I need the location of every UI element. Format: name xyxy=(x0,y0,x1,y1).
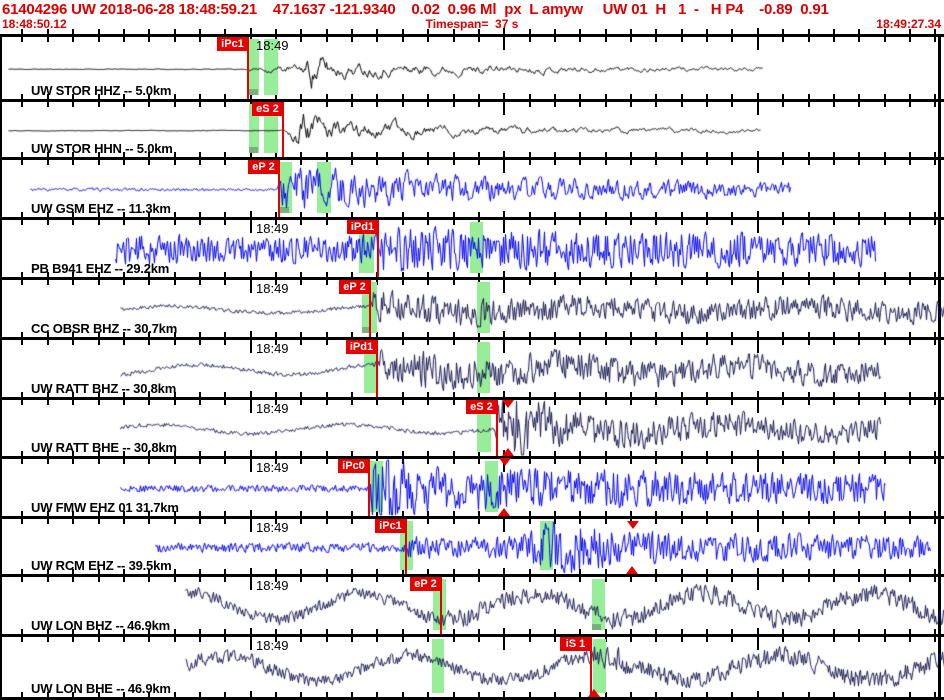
trace-row: 18:49 eP 2 UW LON BHZ -- 46.9km xyxy=(0,577,944,634)
phase-pick-flag[interactable]: eS 2 xyxy=(466,400,497,414)
trace-row: 18:49 eS 2 UW RATT BHE -- 30.8km xyxy=(0,400,944,456)
s-arrival-marker[interactable] xyxy=(499,458,511,466)
phase-pick-flag[interactable]: iPc0 xyxy=(338,459,369,473)
phase-pick-flag[interactable]: iS 1 xyxy=(560,637,591,651)
time-tick-label: 18:49 xyxy=(256,520,289,535)
time-tick-label: 18:49 xyxy=(256,38,289,53)
station-label: UW RATT BHZ -- 30.8km xyxy=(31,381,177,396)
station-label: UW STOR HHZ -- 5.0km xyxy=(31,83,172,98)
phase-pick-flag[interactable]: iPc1 xyxy=(217,37,248,51)
time-tick-label: 18:49 xyxy=(256,221,289,236)
seismogram-viewer: 61404296 UW 2018-06-28 18:48:59.21 47.16… xyxy=(0,0,944,700)
phase-pick-flag[interactable]: iPd1 xyxy=(346,340,377,354)
trace-row: eP 2 UW GSM EHZ -- 11.3km xyxy=(0,160,944,217)
station-label: UW FMW EHZ 01 31.7km xyxy=(31,500,179,515)
phase-pick-flag[interactable]: iPc1 xyxy=(375,519,406,533)
station-label: UW LON BHZ -- 46.9km xyxy=(31,618,171,633)
phase-pick-flag[interactable]: eS 2 xyxy=(252,102,283,116)
s-arrival-marker[interactable] xyxy=(588,689,600,697)
station-label: UW LON BHE -- 46.9km xyxy=(31,681,171,696)
time-tick-label: 18:49 xyxy=(256,638,289,653)
phase-pick-flag[interactable]: eP 2 xyxy=(410,577,441,591)
s-arrival-marker[interactable] xyxy=(626,566,638,574)
time-tick-label: 18:49 xyxy=(256,341,289,356)
station-label: CC OBSR BHZ -- 30.7km xyxy=(31,321,178,336)
s-arrival-marker[interactable] xyxy=(502,400,514,408)
phase-pick-flag[interactable]: eP 2 xyxy=(248,160,279,174)
station-label: PB B941 EHZ -- 29.2km xyxy=(31,261,170,276)
station-label: UW RCM EHZ -- 39.5km xyxy=(31,558,172,573)
s-arrival-marker[interactable] xyxy=(498,508,510,516)
time-tick-label: 18:49 xyxy=(256,460,289,475)
trace-row: 18:49 iPd1 UW RATT BHZ -- 30.8km xyxy=(0,340,944,397)
station-label: UW RATT BHE -- 30.8km xyxy=(31,440,177,455)
s-arrival-marker[interactable] xyxy=(502,448,514,456)
s-arrival-marker[interactable] xyxy=(627,521,639,529)
phase-pick-flag[interactable]: eP 2 xyxy=(339,280,370,294)
station-label: UW GSM EHZ -- 11.3km xyxy=(31,201,171,216)
trace-row: 18:49 iPd1 PB B941 EHZ -- 29.2km xyxy=(0,220,944,277)
time-tick-label: 18:49 xyxy=(256,401,289,416)
trace-row: eS 2 UW STOR HHN -- 5.0km xyxy=(0,102,944,157)
trace-row: 18:49 iPc1 UW STOR HHZ -- 5.0km xyxy=(0,37,944,99)
trace-row: 18:49 iPc0 UW FMW EHZ 01 31.7km xyxy=(0,459,944,516)
trace-row: 18:49 eP 2 CC OBSR BHZ -- 30.7km xyxy=(0,280,944,337)
time-tick-label: 18:49 xyxy=(256,281,289,296)
trace-plot-area: 18:49 iPc1 UW STOR HHZ -- 5.0km eS 2 UW STOR… xyxy=(0,0,944,700)
trace-row: 18:49 iS 1 UW LON BHE -- 46.9km xyxy=(0,637,944,697)
trace-row: 18:49 iPc1 UW RCM EHZ -- 39.5km xyxy=(0,519,944,574)
station-label: UW STOR HHN -- 5.0km xyxy=(31,141,173,156)
phase-pick-flag[interactable]: iPd1 xyxy=(347,220,378,234)
time-tick-label: 18:49 xyxy=(256,578,289,593)
